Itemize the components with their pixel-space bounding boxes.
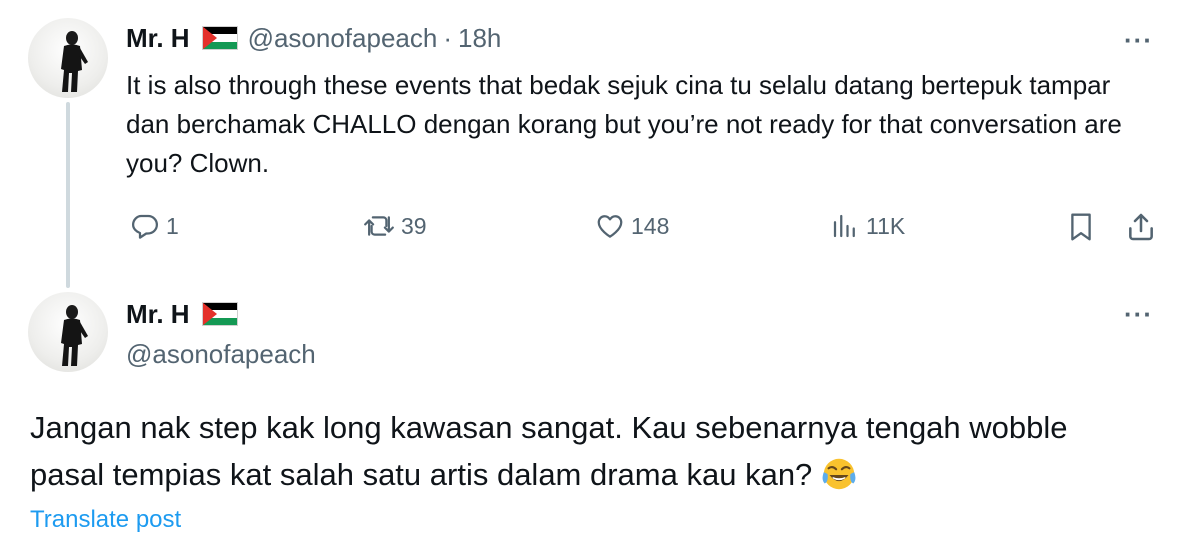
more-options-icon[interactable]: ··· xyxy=(1124,301,1153,327)
avatar-person-figure xyxy=(61,305,88,366)
avatar[interactable] xyxy=(28,18,108,98)
like-count: 148 xyxy=(631,212,670,239)
share-icon xyxy=(1129,213,1153,241)
timestamp[interactable]: 18h xyxy=(458,23,501,54)
author-handle[interactable]: @asonofapeach xyxy=(126,339,316,370)
views-button[interactable]: 11K xyxy=(830,211,905,241)
repost-count: 39 xyxy=(401,212,427,239)
reply-count: 1 xyxy=(166,212,179,239)
reply-icon xyxy=(132,214,158,239)
face-with-tears-of-joy-icon xyxy=(822,458,856,490)
author-name[interactable]: Mr. H xyxy=(126,23,190,54)
author-name[interactable]: Mr. H xyxy=(126,299,190,330)
more-options-icon[interactable]: ··· xyxy=(1124,27,1153,53)
tweet-text-body: Jangan nak step kak long kawasan sangat.… xyxy=(30,410,1068,492)
bookmark-icon xyxy=(1071,213,1091,241)
tweet-text: It is also through these events that bed… xyxy=(126,70,1122,178)
author-handle[interactable]: @asonofapeach xyxy=(248,23,438,54)
views-icon xyxy=(833,214,855,238)
tweet-text: Jangan nak step kak long kawasan sangat.… xyxy=(30,404,1130,498)
reply-button[interactable]: 1 xyxy=(130,211,179,241)
palestine-flag-icon xyxy=(201,26,238,50)
repost-icon xyxy=(364,216,394,236)
like-button[interactable]: 148 xyxy=(595,211,669,241)
handle-row: @asonofapeach xyxy=(126,336,316,372)
bookmark-button[interactable] xyxy=(1066,211,1096,243)
separator-dot: · xyxy=(443,22,453,53)
share-button[interactable] xyxy=(1125,211,1157,243)
tweet-header: Mr. H @asonofapeach · 18h xyxy=(126,20,501,56)
avatar[interactable] xyxy=(28,292,108,372)
like-icon xyxy=(597,215,623,238)
translate-post-link[interactable]: Translate post xyxy=(30,506,181,534)
views-count: 11K xyxy=(866,212,906,239)
repost-button[interactable]: 39 xyxy=(363,211,427,241)
tweet-header: Mr. H xyxy=(126,296,248,332)
avatar-person-figure xyxy=(61,31,88,92)
palestine-flag-icon xyxy=(201,302,238,326)
thread-connector-line xyxy=(66,102,70,288)
